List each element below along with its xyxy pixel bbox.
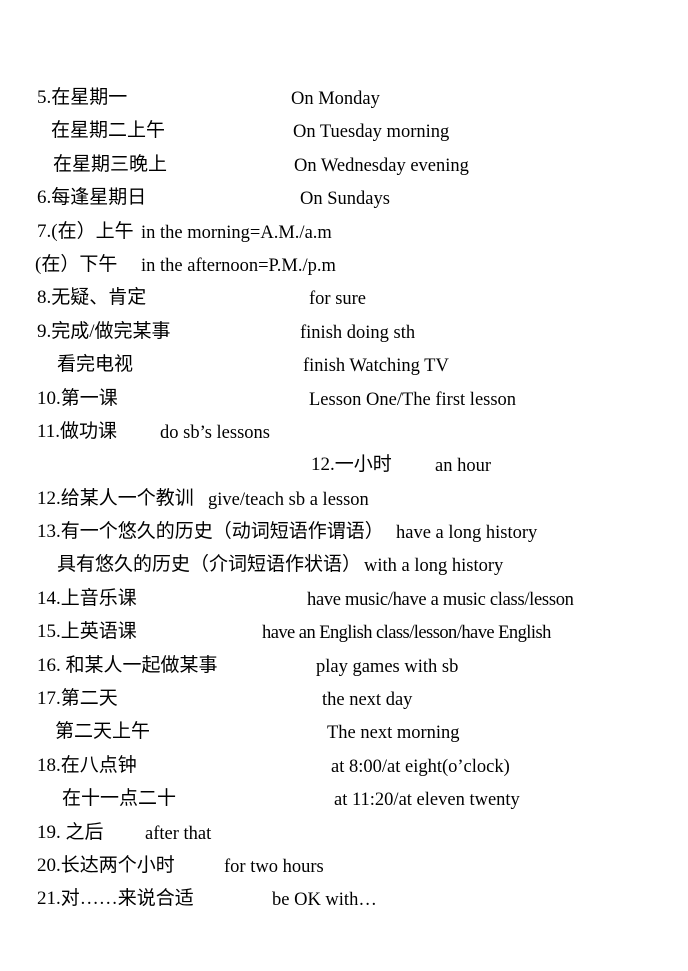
english-phrase: give/teach sb a lesson [208, 489, 369, 510]
chinese-phrase: 在十一点二十 [62, 788, 177, 810]
chinese-phrase: 16. 和某人一起做某事 [37, 654, 218, 676]
chinese-phrase: 12.一小时 [311, 454, 392, 476]
phrase-list: 5.在星期一 On Monday 在星期二上午 On Tuesday morning 在… [0, 85, 688, 920]
english-phrase: have a long history [396, 523, 538, 544]
phrase-row: 9.完成/做完某事 finish doing sth [0, 319, 688, 352]
phrase-row: 12.一小时 an hour [0, 452, 688, 485]
chinese-phrase: 5.在星期一 [37, 87, 128, 108]
english-phrase: be OK with… [272, 890, 377, 911]
english-phrase: an hour [435, 456, 491, 477]
chinese-phrase: 看完电视 [57, 354, 134, 376]
english-phrase: finish doing sth [300, 322, 416, 343]
phrase-row: 21.对……来说合适 be OK with… [0, 886, 688, 919]
english-phrase: On Sundays [300, 189, 390, 210]
english-phrase: for two hours [224, 856, 324, 877]
english-phrase: at 11:20/at eleven twenty [334, 790, 520, 811]
english-phrase: have an English class/lesson/have Englis… [262, 623, 551, 644]
english-phrase: for sure [309, 289, 367, 310]
phrase-row: 5.在星期一 On Monday [0, 85, 688, 118]
phrase-row: 19. 之后 after that [0, 820, 688, 853]
english-phrase: at 8:00/at eight(o’clock) [331, 756, 510, 777]
english-phrase: Lesson One/The first lesson [309, 389, 517, 410]
phrase-row: 16. 和某人一起做某事 play games with sb [0, 653, 688, 686]
chinese-phrase: 15.上英语课 [37, 621, 137, 643]
chinese-phrase: 7.(在）上午 [37, 220, 134, 242]
english-phrase: after that [145, 823, 212, 844]
chinese-phrase: 21.对……来说合适 [37, 888, 194, 910]
english-phrase: do sb’s lessons [160, 422, 270, 443]
chinese-phrase: 17.第二天 [37, 688, 118, 710]
phrase-row: 18.在八点钟 at 8:00/at eight(o’clock) [0, 753, 688, 786]
phrase-row: 10.第一课 Lesson One/The first lesson [0, 386, 688, 419]
english-phrase: On Monday [291, 89, 380, 109]
phrase-row: 第二天上午 The next morning [0, 719, 688, 752]
english-phrase: finish Watching TV [303, 356, 449, 377]
english-phrase: in the afternoon=P.M./p.m [141, 255, 336, 276]
english-phrase: The next morning [327, 723, 460, 744]
phrase-row: 14.上音乐课 have music/have a music class/les… [0, 586, 688, 619]
chinese-phrase: 在星期二上午 [51, 120, 166, 142]
chinese-phrase: 18.在八点钟 [37, 754, 137, 776]
chinese-phrase: 第二天上午 [55, 721, 151, 743]
phrase-row: 12.给某人一个教训 give/teach sb a lesson [0, 486, 688, 519]
english-phrase: in the morning=A.M./a.m [141, 222, 332, 243]
english-phrase: On Wednesday evening [294, 155, 469, 176]
phrase-row: 在十一点二十 at 11:20/at eleven twenty [0, 786, 688, 819]
chinese-phrase: (在）下午 [35, 253, 118, 275]
chinese-phrase: 6.每逢星期日 [37, 187, 147, 209]
chinese-phrase: 具有悠久的历史（介词短语作状语） [57, 554, 362, 576]
phrase-row: 看完电视 finish Watching TV [0, 352, 688, 385]
chinese-phrase: 20.长达两个小时 [37, 854, 175, 876]
chinese-phrase: 19. 之后 [37, 821, 104, 843]
document-page: 5.在星期一 On Monday 在星期二上午 On Tuesday morning 在… [0, 0, 688, 971]
phrase-row: 在星期二上午 On Tuesday morning [0, 118, 688, 151]
phrase-row: 8.无疑、肯定 for sure [0, 285, 688, 318]
english-phrase: On Tuesday morning [293, 122, 450, 143]
phrase-row: 20.长达两个小时 for two hours [0, 853, 688, 886]
phrase-row: (在）下午 in the afternoon=P.M./p.m [0, 252, 688, 285]
english-phrase: with a long history [364, 556, 504, 577]
chinese-phrase: 8.无疑、肯定 [37, 287, 147, 309]
phrase-row: 17.第二天 the next day [0, 686, 688, 719]
chinese-phrase: 13.有一个悠久的历史（动词短语作谓语） [37, 521, 384, 543]
english-phrase: have music/have a music class/lesson [307, 589, 574, 610]
phrase-row: 在星期三晚上 On Wednesday evening [0, 152, 688, 185]
english-phrase: the next day [322, 690, 413, 711]
chinese-phrase: 在星期三晚上 [53, 153, 168, 175]
chinese-phrase: 14.上音乐课 [37, 587, 137, 609]
phrase-row: 13.有一个悠久的历史（动词短语作谓语） have a long history [0, 519, 688, 552]
chinese-phrase: 11.做功课 [37, 420, 118, 442]
chinese-phrase: 9.完成/做完某事 [37, 320, 171, 342]
phrase-row: 具有悠久的历史（介词短语作状语） with a long history [0, 552, 688, 585]
phrase-row: 7.(在）上午 in the morning=A.M./a.m [0, 219, 688, 252]
chinese-phrase: 12.给某人一个教训 [37, 487, 194, 509]
english-phrase: play games with sb [316, 656, 459, 677]
phrase-row: 15.上英语课 have an English class/lesson/have… [0, 619, 688, 652]
chinese-phrase: 10.第一课 [37, 387, 118, 409]
phrase-row: 6.每逢星期日 On Sundays [0, 185, 688, 218]
phrase-row: 11.做功课 do sb’s lessons [0, 419, 688, 452]
